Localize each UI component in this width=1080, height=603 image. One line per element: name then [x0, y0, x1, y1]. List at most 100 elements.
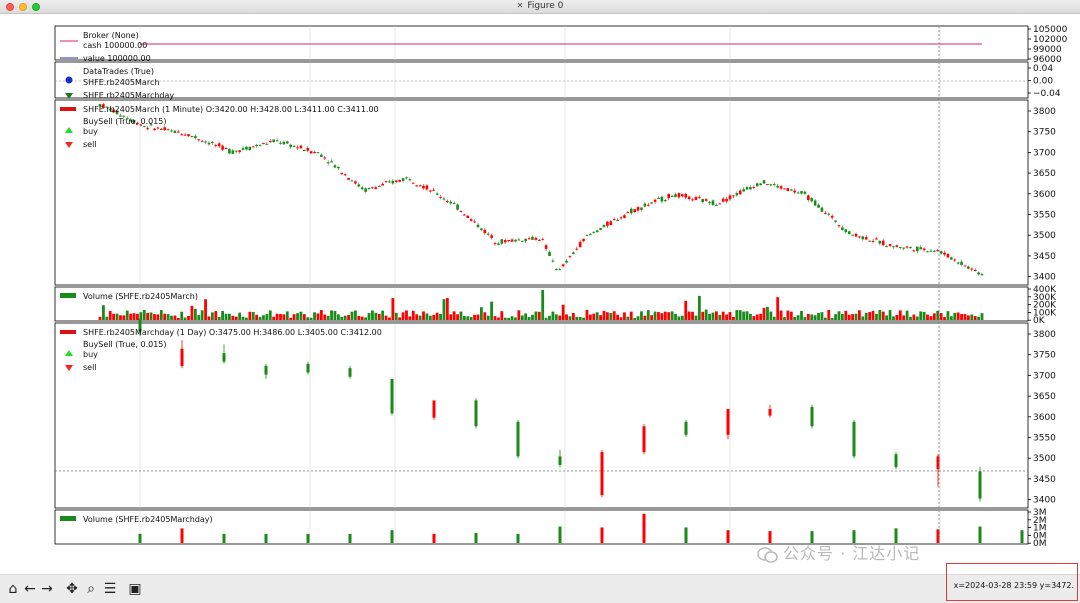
volume-bar	[697, 295, 701, 320]
minute-candle	[262, 142, 265, 144]
minute-candle	[207, 142, 211, 145]
minute-candle	[306, 148, 310, 151]
minute-candle	[776, 185, 779, 188]
trades-legend-day: SHFE.rb2405Marchday	[83, 91, 174, 100]
minute-candle	[755, 183, 759, 187]
pan-icon[interactable]: ✥	[64, 580, 80, 598]
volume-bar	[704, 309, 708, 320]
broker-ytick-tick-label: 99000	[1033, 45, 1062, 55]
zoom-icon[interactable]: ⌕	[83, 580, 99, 598]
sell-legend-day: sell	[83, 363, 97, 372]
volume-bar	[558, 315, 562, 320]
volume-bar	[728, 312, 732, 320]
minute-candle	[405, 177, 408, 179]
minute-candle	[544, 245, 548, 249]
minute-candle	[721, 198, 725, 202]
value-legend: value 100000.00	[83, 54, 151, 63]
volume-bar	[953, 312, 957, 320]
minute-candle	[217, 143, 221, 147]
daily-candle	[642, 426, 646, 453]
minute-candle	[459, 211, 463, 213]
daily-volume-bar	[1020, 530, 1024, 543]
volume-bar	[847, 314, 851, 320]
volume-bar	[943, 317, 946, 320]
minute-candle	[875, 238, 878, 240]
save-icon[interactable]: ▣	[127, 580, 143, 598]
minute-candle	[374, 187, 378, 189]
minute-candle	[936, 250, 940, 252]
volume-bar	[132, 313, 136, 320]
minute-candle	[789, 189, 793, 191]
volume-bar	[279, 314, 282, 320]
minute-candle	[861, 236, 865, 240]
main-ytick-tick-label: 3650	[1033, 169, 1056, 179]
volume-bar	[251, 311, 255, 320]
figure-canvas[interactable]: 10500010200099000960000.040.00−0.0438003…	[0, 14, 1080, 574]
back-icon[interactable]: ←	[22, 580, 38, 598]
minute-candle	[555, 268, 558, 270]
volume-bar	[456, 314, 459, 320]
minute-candle	[173, 130, 177, 134]
home-icon[interactable]: ⌂	[5, 580, 21, 598]
daily-volume-bar	[474, 532, 478, 543]
minute-candle	[224, 147, 228, 149]
daily-candle	[264, 366, 268, 375]
volume-bar	[493, 316, 497, 320]
minute-candle	[708, 201, 711, 204]
volume-bar	[684, 300, 688, 320]
volume-bar	[769, 311, 773, 320]
sell-legend: sell	[83, 140, 97, 149]
volume-bar	[422, 311, 425, 320]
trades-legend: DataTrades (True)	[83, 67, 154, 76]
forward-icon[interactable]: →	[39, 580, 55, 598]
volume-bar	[313, 312, 316, 320]
daily-candle	[474, 400, 478, 427]
minute-candle	[643, 203, 647, 207]
broker-legend: Broker (None)	[83, 31, 139, 40]
volume-bar	[640, 311, 643, 320]
candle-legend-icon	[60, 330, 76, 334]
minute-candle	[446, 200, 449, 202]
minute-candle	[503, 240, 507, 243]
minute-candle	[841, 227, 844, 230]
volume-bar	[166, 314, 170, 320]
vol1-ytick-tick-label: 0K	[1033, 316, 1046, 326]
volume-bar	[445, 298, 449, 320]
daily-candle	[516, 421, 520, 457]
volume-bar	[837, 311, 841, 320]
broker-panel	[54, 25, 1029, 61]
minute-candle	[282, 141, 286, 145]
minute-candle	[466, 215, 470, 219]
volume-bar	[561, 304, 565, 320]
minute-candle	[394, 180, 398, 182]
volume-bar	[977, 316, 980, 320]
minute-candle	[779, 186, 783, 189]
minute-candle	[929, 250, 933, 252]
minute-candle	[214, 145, 218, 147]
minute-candle	[258, 145, 262, 147]
minute-candle	[241, 148, 245, 150]
daily-candle	[726, 409, 730, 435]
daily-candle	[222, 353, 226, 362]
minute-candle	[159, 128, 163, 130]
minute-candle	[677, 193, 681, 198]
volume-bar	[176, 317, 180, 320]
minute-candle	[667, 193, 671, 199]
volume-bar	[922, 311, 926, 320]
volume-bar	[568, 316, 572, 320]
volume-bar	[711, 312, 715, 320]
daily-ytick-tick-label: 3450	[1033, 475, 1056, 485]
volume-bar	[439, 313, 442, 320]
minute-candle	[793, 190, 797, 193]
volume-bar	[217, 317, 221, 320]
main-ytick-tick-label: 3600	[1033, 190, 1056, 200]
minute-candle	[255, 145, 258, 147]
minute-candle	[558, 269, 562, 271]
configure-subplots-icon[interactable]: ☰	[102, 580, 118, 598]
minute-candle	[595, 230, 599, 233]
volume-bar	[360, 316, 364, 320]
volume-bar	[255, 314, 259, 320]
minute-candle	[272, 139, 275, 143]
minute-candle	[401, 178, 405, 181]
volume-bar	[411, 310, 415, 320]
